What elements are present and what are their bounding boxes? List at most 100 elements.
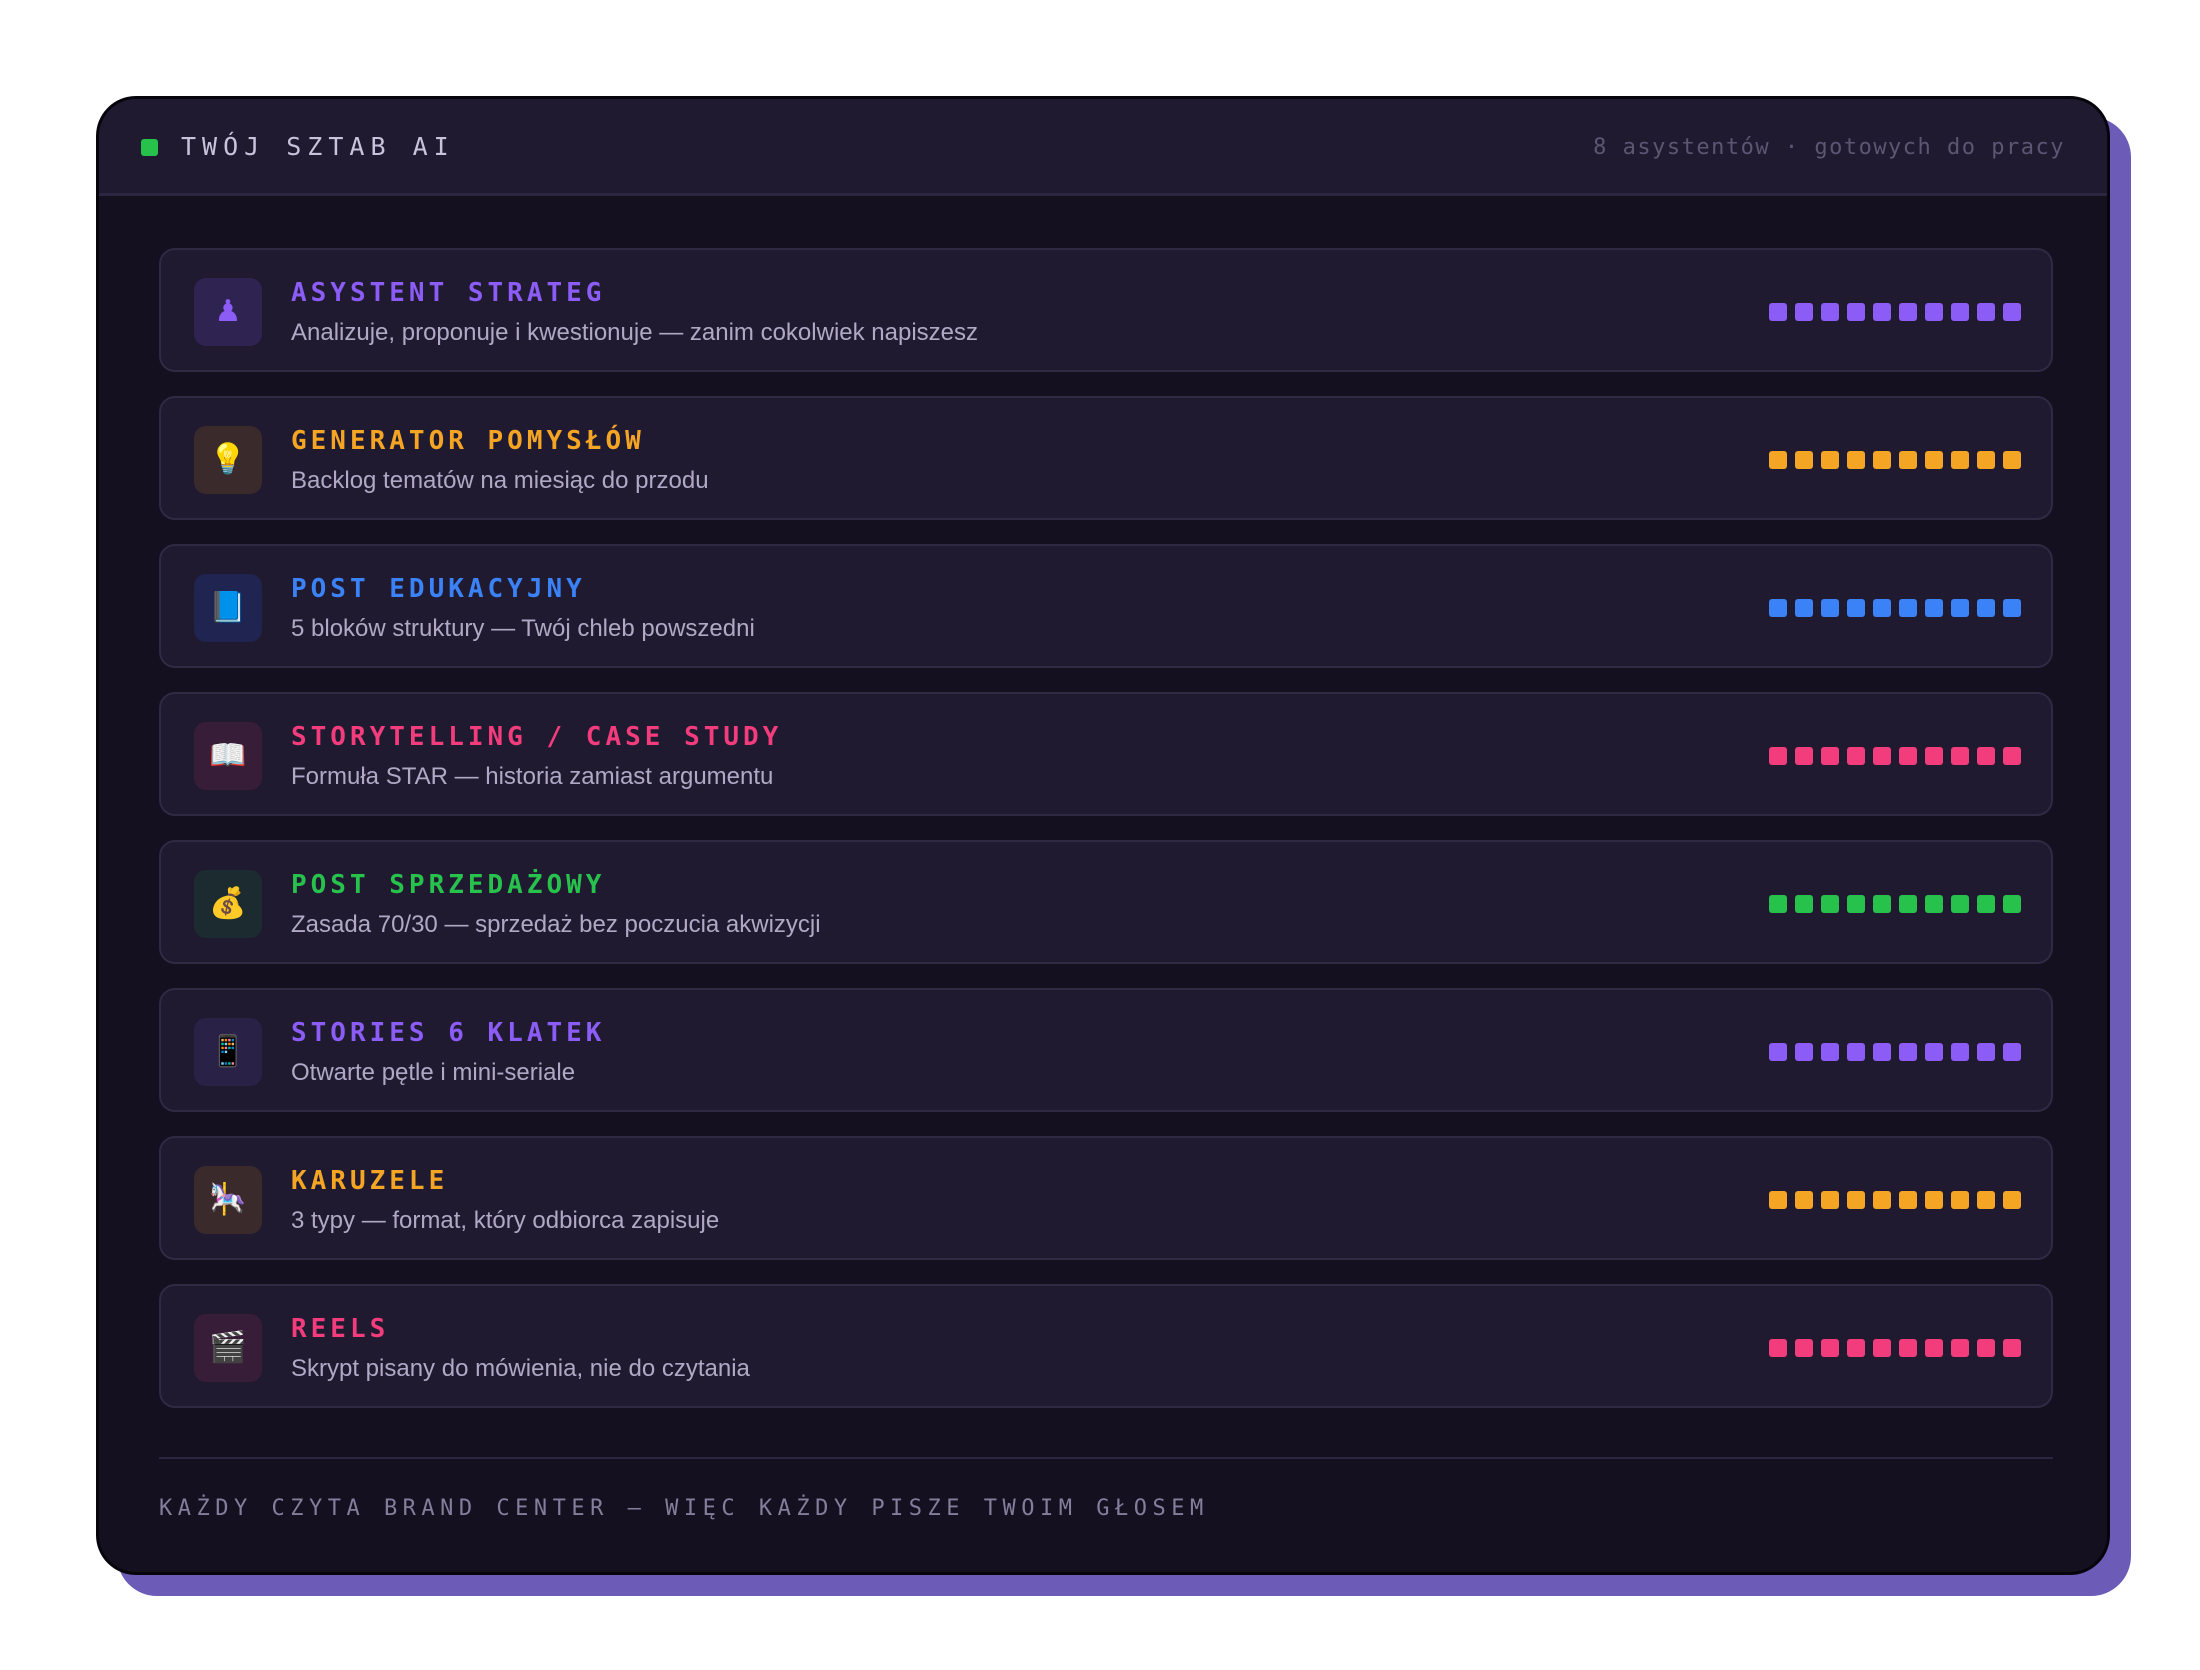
assistant-description: Otwarte pętle i mini-seriale xyxy=(291,1059,576,1086)
level-dot xyxy=(1925,599,1943,617)
mobile-phone-icon: 📱 xyxy=(194,1018,262,1086)
level-dot xyxy=(2003,1191,2021,1209)
level-dot xyxy=(1925,451,1943,469)
footer-divider xyxy=(159,1457,2053,1459)
level-dot xyxy=(1847,747,1865,765)
level-dot xyxy=(1795,599,1813,617)
level-dot xyxy=(2003,1339,2021,1357)
level-dot xyxy=(1847,1043,1865,1061)
level-dot xyxy=(1873,599,1891,617)
level-dot xyxy=(1951,1043,1969,1061)
level-dot xyxy=(1899,599,1917,617)
money-bag-icon: 💰 xyxy=(194,870,262,938)
level-dot xyxy=(1925,1043,1943,1061)
level-dot xyxy=(1847,303,1865,321)
assistant-title: ASYSTENT STRATEG xyxy=(291,278,606,308)
level-dot xyxy=(1795,303,1813,321)
level-dot xyxy=(1821,747,1839,765)
level-dot xyxy=(1951,747,1969,765)
level-dot xyxy=(1873,1339,1891,1357)
level-dot xyxy=(1899,303,1917,321)
level-dot xyxy=(1847,895,1865,913)
level-dot xyxy=(1847,1339,1865,1357)
level-dot xyxy=(2003,747,2021,765)
assistant-card[interactable]: 📱 STORIES 6 KLATEK Otwarte pętle i mini-se… xyxy=(159,988,2053,1112)
level-dot xyxy=(1795,451,1813,469)
footer-note: KAŻDY CZYTA BRAND CENTER — WIĘC KAŻDY PI… xyxy=(159,1496,1209,1521)
assistant-card[interactable]: 📘 POST EDUKACYJNY 5 bloków struktury — Twó… xyxy=(159,544,2053,668)
level-dot xyxy=(1847,451,1865,469)
assistant-card[interactable]: 🎠 KARUZELE 3 typy — format, który odbiorca… xyxy=(159,1136,2053,1260)
level-meter xyxy=(1761,1339,2021,1357)
level-dot xyxy=(1769,451,1787,469)
assistant-card[interactable]: 💡 GENERATOR POMYSŁÓW Backlog tematów na mi… xyxy=(159,396,2053,520)
level-dot xyxy=(1769,1339,1787,1357)
level-dot xyxy=(1925,1191,1943,1209)
level-dot xyxy=(1769,303,1787,321)
level-dot xyxy=(1821,895,1839,913)
clapperboard-icon: 🎬 xyxy=(194,1314,262,1382)
assistant-title: GENERATOR POMYSŁÓW xyxy=(291,426,645,456)
level-dot xyxy=(1821,1339,1839,1357)
chess-pawn-icon: ♟ xyxy=(194,278,262,346)
assistant-description: 3 typy — format, który odbiorca zapisuje xyxy=(291,1207,720,1234)
level-dot xyxy=(1795,895,1813,913)
level-dot xyxy=(1795,1339,1813,1357)
window-title: TWÓJ SZTAB AI xyxy=(181,132,455,161)
assistant-card[interactable]: 📖 STORYTELLING / CASE STUDY Formuła STAR —… xyxy=(159,692,2053,816)
assistant-title: STORYTELLING / CASE STUDY xyxy=(291,722,783,752)
level-dot xyxy=(1769,1043,1787,1061)
level-dot xyxy=(1977,303,1995,321)
level-dot xyxy=(1951,599,1969,617)
level-dot xyxy=(1925,303,1943,321)
level-dot xyxy=(1795,747,1813,765)
level-dot xyxy=(1873,747,1891,765)
book-icon: 📘 xyxy=(194,574,262,642)
level-dot xyxy=(1925,1339,1943,1357)
level-dot xyxy=(1769,1191,1787,1209)
open-book-icon: 📖 xyxy=(194,722,262,790)
assistant-title: POST EDUKACYJNY xyxy=(291,574,586,604)
level-dot xyxy=(1977,451,1995,469)
level-dot xyxy=(1821,1191,1839,1209)
level-dot xyxy=(1977,1191,1995,1209)
assistant-card[interactable]: 💰 POST SPRZEDAŻOWY Zasada 70/30 — sprzedaż… xyxy=(159,840,2053,964)
level-dot xyxy=(1977,1339,1995,1357)
level-dot xyxy=(1951,451,1969,469)
level-dot xyxy=(1925,747,1943,765)
level-dot xyxy=(1899,1339,1917,1357)
level-dot xyxy=(1769,895,1787,913)
level-dot xyxy=(1873,1043,1891,1061)
assistant-card[interactable]: ♟ ASYSTENT STRATEG Analizuje, proponuje i … xyxy=(159,248,2053,372)
assistant-card[interactable]: 🎬 REELS Skrypt pisany do mówienia, nie do … xyxy=(159,1284,2053,1408)
level-dot xyxy=(1899,747,1917,765)
level-meter xyxy=(1761,1043,2021,1061)
level-dot xyxy=(1873,1191,1891,1209)
level-meter xyxy=(1761,1191,2021,1209)
level-dot xyxy=(1769,747,1787,765)
level-dot xyxy=(1899,1191,1917,1209)
level-dot xyxy=(2003,451,2021,469)
level-dot xyxy=(1873,451,1891,469)
level-dot xyxy=(1951,303,1969,321)
status-indicator xyxy=(141,139,158,156)
level-dot xyxy=(1873,895,1891,913)
title-bar: TWÓJ SZTAB AI 8 asystentów · gotowych do… xyxy=(99,99,2107,196)
level-dot xyxy=(2003,303,2021,321)
assistant-title: STORIES 6 KLATEK xyxy=(291,1018,606,1048)
level-dot xyxy=(1977,1043,1995,1061)
assistant-description: Analizuje, proponuje i kwestionuje — zan… xyxy=(291,319,979,346)
level-dot xyxy=(1847,1191,1865,1209)
level-meter xyxy=(1761,747,2021,765)
level-dot xyxy=(1821,599,1839,617)
level-dot xyxy=(1951,1191,1969,1209)
assistants-window: TWÓJ SZTAB AI 8 asystentów · gotowych do… xyxy=(96,96,2110,1575)
level-dot xyxy=(1821,303,1839,321)
level-dot xyxy=(1899,895,1917,913)
lightbulb-icon: 💡 xyxy=(194,426,262,494)
level-meter xyxy=(1761,895,2021,913)
level-dot xyxy=(1951,1339,1969,1357)
assistant-description: Skrypt pisany do mówienia, nie do czytan… xyxy=(291,1355,750,1382)
assistant-description: Backlog tematów na miesiąc do przodu xyxy=(291,467,709,494)
level-dot xyxy=(2003,599,2021,617)
